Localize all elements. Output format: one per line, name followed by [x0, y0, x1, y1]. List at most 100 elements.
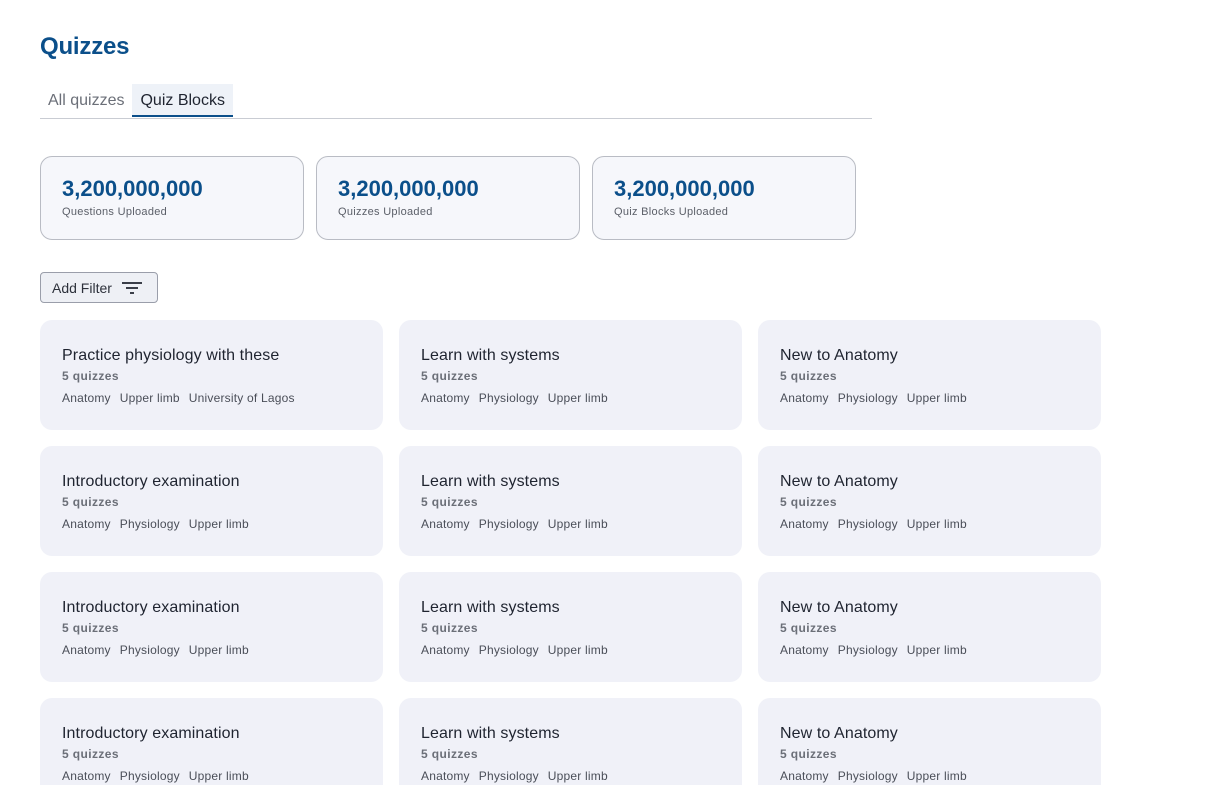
quiz-block-count: 5 quizzes: [421, 621, 478, 635]
quiz-block-card[interactable]: Introductory examination 5 quizzes Anatomy…: [40, 446, 383, 556]
tag-label: Upper limb: [188, 643, 249, 657]
stat-value: 3,200,000,000: [338, 176, 479, 201]
quiz-block-card[interactable]: Learn with systems 5 quizzes Anatomy Physio…: [399, 446, 742, 556]
tag-label: Anatomy: [421, 517, 470, 531]
quiz-block-title: New to Anatomy: [780, 347, 898, 364]
tag-label: Anatomy: [780, 769, 829, 783]
quiz-block-count: 5 quizzes: [780, 621, 837, 635]
tag-label: Upper limb: [547, 517, 608, 531]
tag-label: Upper limb: [119, 391, 180, 405]
page-title: Quizzes: [40, 33, 130, 60]
quiz-block-tags: Anatomy Physiology Upper limb: [421, 516, 742, 532]
tab-bar: All quizzes Quiz Blocks: [40, 84, 872, 119]
stat-card-quizzes: 3,200,000,000 Quizzes Uploaded: [316, 156, 580, 240]
quiz-block-title: Introductory examination: [62, 725, 240, 742]
quiz-block-tags: Anatomy Physiology Upper limb: [780, 768, 1101, 784]
stat-label: Questions Uploaded: [62, 206, 168, 218]
quiz-block-tags: Anatomy Physiology Upper limb: [421, 390, 742, 406]
stat-value: 3,200,000,000: [62, 176, 203, 201]
tag-label: Physiology: [478, 643, 539, 657]
quiz-block-count: 5 quizzes: [780, 495, 837, 509]
quiz-block-title: New to Anatomy: [780, 599, 898, 616]
quiz-block-tags: Anatomy Physiology Upper limb: [62, 642, 383, 658]
quiz-block-tags: Anatomy Physiology Upper limb: [62, 768, 383, 784]
quiz-block-count: 5 quizzes: [62, 369, 119, 383]
quiz-block-title: Learn with systems: [421, 599, 560, 616]
quiz-block-count: 5 quizzes: [421, 495, 478, 509]
tag-label: Upper limb: [906, 517, 967, 531]
tag-label: Upper limb: [906, 391, 967, 405]
quiz-block-title: New to Anatomy: [780, 725, 898, 742]
tag-label: University of Lagos: [188, 391, 295, 405]
quiz-block-card[interactable]: New to Anatomy 5 quizzes Anatomy Physiology…: [758, 698, 1101, 785]
quiz-block-tags: Anatomy Physiology Upper limb: [780, 642, 1101, 658]
tag-label: Anatomy: [780, 517, 829, 531]
tag-label: Physiology: [837, 517, 898, 531]
quiz-block-card[interactable]: Learn with systems 5 quizzes Anatomy Physio…: [399, 698, 742, 785]
quiz-block-count: 5 quizzes: [421, 747, 478, 761]
quiz-block-title: Practice physiology with these: [62, 347, 280, 364]
quiz-block-grid: Practice physiology with these 5 quizzes A…: [40, 320, 1101, 785]
add-filter-label: Add Filter: [52, 279, 112, 296]
quiz-block-card[interactable]: Introductory examination 5 quizzes Anatomy…: [40, 698, 383, 785]
quizzes-page: Quizzes All quizzes Quiz Blocks 3,200,00…: [0, 0, 1216, 785]
stats-row: 3,200,000,000 Questions Uploaded 3,200,0…: [40, 156, 856, 240]
tag-label: Anatomy: [780, 643, 829, 657]
tag-label: Anatomy: [421, 769, 470, 783]
quiz-block-title: Introductory examination: [62, 599, 240, 616]
quiz-block-title: Learn with systems: [421, 725, 560, 742]
quiz-block-tags: Anatomy Physiology Upper limb: [62, 516, 383, 532]
tag-label: Anatomy: [421, 643, 470, 657]
tab-all-quizzes[interactable]: All quizzes: [40, 84, 132, 117]
quiz-block-card[interactable]: Introductory examination 5 quizzes Anatomy…: [40, 572, 383, 682]
quiz-block-card[interactable]: Learn with systems 5 quizzes Anatomy Physio…: [399, 320, 742, 430]
quiz-block-tags: Anatomy Physiology Upper limb: [421, 642, 742, 658]
quiz-block-title: Learn with systems: [421, 347, 560, 364]
stat-label: Quiz Blocks Uploaded: [614, 206, 729, 218]
quiz-block-card[interactable]: New to Anatomy 5 quizzes Anatomy Physiology…: [758, 446, 1101, 556]
stat-card-questions: 3,200,000,000 Questions Uploaded: [40, 156, 304, 240]
quiz-block-tags: Anatomy Physiology Upper limb: [780, 516, 1101, 532]
tag-label: Anatomy: [780, 391, 829, 405]
tag-label: Physiology: [837, 769, 898, 783]
tag-label: Physiology: [119, 517, 180, 531]
tag-label: Physiology: [837, 391, 898, 405]
tag-label: Physiology: [478, 769, 539, 783]
tag-label: Upper limb: [906, 643, 967, 657]
tag-label: Anatomy: [62, 643, 111, 657]
stat-card-quiz-blocks: 3,200,000,000 Quiz Blocks Uploaded: [592, 156, 856, 240]
quiz-block-card[interactable]: New to Anatomy 5 quizzes Anatomy Physiology…: [758, 320, 1101, 430]
tag-label: Upper limb: [188, 769, 249, 783]
quiz-block-title: Introductory examination: [62, 473, 240, 490]
tag-label: Anatomy: [421, 391, 470, 405]
quiz-block-card[interactable]: Learn with systems 5 quizzes Anatomy Physio…: [399, 572, 742, 682]
quiz-block-count: 5 quizzes: [62, 747, 119, 761]
tag-label: Anatomy: [62, 391, 111, 405]
tag-label: Upper limb: [547, 769, 608, 783]
quiz-block-count: 5 quizzes: [780, 369, 837, 383]
quiz-block-count: 5 quizzes: [780, 747, 837, 761]
quiz-block-tags: Anatomy Physiology Upper limb: [780, 390, 1101, 406]
quiz-block-card[interactable]: Practice physiology with these 5 quizzes A…: [40, 320, 383, 430]
add-filter-button[interactable]: Add Filter: [40, 272, 158, 303]
tag-label: Physiology: [119, 769, 180, 783]
quiz-block-card[interactable]: New to Anatomy 5 quizzes Anatomy Physiology…: [758, 572, 1101, 682]
tag-label: Upper limb: [547, 391, 608, 405]
tag-label: Upper limb: [906, 769, 967, 783]
quiz-block-count: 5 quizzes: [421, 369, 478, 383]
tag-label: Upper limb: [547, 643, 608, 657]
quiz-block-tags: Anatomy Physiology Upper limb: [421, 768, 742, 784]
tag-label: Physiology: [119, 643, 180, 657]
stat-label: Quizzes Uploaded: [338, 206, 433, 218]
tag-label: Physiology: [478, 517, 539, 531]
tag-label: Upper limb: [188, 517, 249, 531]
tag-label: Anatomy: [62, 517, 111, 531]
tag-label: Physiology: [478, 391, 539, 405]
quiz-block-tags: Anatomy Upper limb University of Lagos: [62, 390, 383, 406]
tag-label: Anatomy: [62, 769, 111, 783]
tag-label: Physiology: [837, 643, 898, 657]
quiz-block-count: 5 quizzes: [62, 621, 119, 635]
tab-quiz-blocks[interactable]: Quiz Blocks: [132, 84, 233, 117]
filter-icon: [121, 281, 142, 294]
quiz-block-title: Learn with systems: [421, 473, 560, 490]
